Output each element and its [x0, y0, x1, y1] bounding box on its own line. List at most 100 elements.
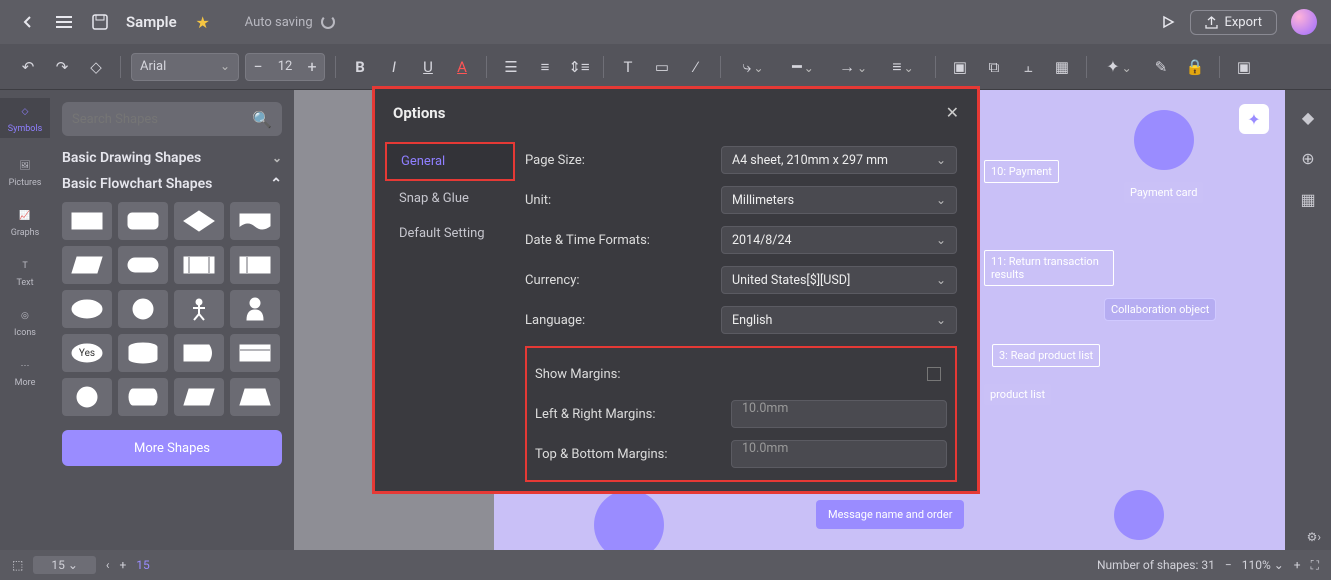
format-painter-button[interactable]: ◇	[82, 53, 110, 81]
font-family-select[interactable]: Arial	[131, 53, 239, 81]
settings-toggle-icon[interactable]: ⚙›	[1307, 530, 1321, 544]
arrow-style-button[interactable]: →	[831, 57, 875, 77]
canvas-circle-1[interactable]	[1134, 110, 1194, 170]
italic-button[interactable]: I	[380, 53, 408, 81]
line-style-button[interactable]: ━	[781, 57, 825, 76]
shape-manual[interactable]	[174, 378, 224, 416]
shape-subprocess[interactable]	[174, 246, 224, 284]
category-basic-drawing[interactable]: Basic Drawing Shapes	[62, 150, 282, 166]
add-page-icon[interactable]: ⊕	[1301, 149, 1314, 168]
page-layout-icon[interactable]: ⬚	[12, 558, 23, 572]
font-color-button[interactable]: A	[448, 53, 476, 81]
copy-button[interactable]: ⧉	[980, 53, 1008, 81]
menu-button[interactable]	[50, 8, 78, 36]
ai-sparkle-button[interactable]: ✦	[1239, 104, 1269, 134]
category-basic-flowchart[interactable]: Basic Flowchart Shapes⌃	[62, 176, 282, 192]
shape-flag[interactable]	[174, 334, 224, 372]
select-language[interactable]: English	[721, 306, 957, 334]
grid-icon[interactable]: ▦	[1300, 190, 1315, 209]
shape-circle[interactable]	[118, 290, 168, 328]
line-spacing-button[interactable]: ⇕≡	[565, 53, 593, 81]
select-currency[interactable]: United States[$][USD]	[721, 266, 957, 294]
layer-button[interactable]: ▣	[946, 53, 974, 81]
checkbox-show-margins[interactable]	[927, 367, 941, 381]
shape-cylinder-h[interactable]	[118, 378, 168, 416]
rail-graphs[interactable]: 📈Graphs	[11, 206, 40, 238]
export-button[interactable]: Export	[1190, 10, 1277, 35]
redo-button[interactable]: ↷	[48, 53, 76, 81]
save-icon[interactable]	[86, 8, 114, 36]
node-payment-card[interactable]: Payment card	[1124, 182, 1203, 203]
add-page-button[interactable]: +	[119, 558, 126, 572]
rail-pictures[interactable]: 🖼Pictures	[9, 156, 42, 188]
shape-person[interactable]	[174, 290, 224, 328]
font-size-stepper[interactable]: − 12 +	[245, 53, 325, 81]
page-width-select[interactable]: 15 ⌄	[33, 556, 96, 574]
node-payment[interactable]: 10: Payment	[984, 160, 1059, 183]
back-button[interactable]	[14, 8, 42, 36]
rail-more[interactable]: ⋯More	[15, 356, 36, 388]
node-read-product[interactable]: 3: Read product list	[992, 344, 1100, 367]
zoom-in-button[interactable]: +	[1294, 558, 1301, 572]
select-unit[interactable]: Millimeters	[721, 186, 957, 214]
shape-circle-outline[interactable]	[62, 378, 112, 416]
line-tool-button[interactable]: ∕	[682, 53, 710, 81]
font-size-increase[interactable]: +	[300, 57, 324, 76]
select-page-size[interactable]: A4 sheet, 210mm x 297 mm	[721, 146, 957, 174]
favorite-star-icon[interactable]: ★	[189, 8, 217, 36]
shape-actor[interactable]	[230, 290, 280, 328]
shape-rectangle[interactable]	[62, 202, 112, 240]
undo-button[interactable]: ↶	[14, 53, 42, 81]
rail-symbols[interactable]: ◇Symbols	[0, 98, 50, 138]
shape-ellipse[interactable]	[62, 290, 112, 328]
text-tool-button[interactable]: T	[614, 53, 642, 81]
shape-trapezoid[interactable]	[230, 378, 280, 416]
align-horizontal-button[interactable]: ≡	[531, 53, 559, 81]
input-tb-margins[interactable]: 10.0mm	[731, 440, 947, 468]
rail-text[interactable]: TText	[15, 256, 35, 288]
shape-cylinder[interactable]	[118, 334, 168, 372]
presentation-button[interactable]: ▣	[1230, 53, 1258, 81]
close-button[interactable]: ✕	[946, 103, 959, 122]
node-message[interactable]: Message name and order	[816, 500, 964, 529]
node-product-list[interactable]: product list	[984, 384, 1051, 405]
input-lr-margins[interactable]: 10.0mm	[731, 400, 947, 428]
current-page[interactable]: 15	[136, 558, 150, 572]
more-shapes-button[interactable]: More Shapes	[62, 430, 282, 466]
user-avatar[interactable]	[1291, 9, 1317, 35]
tab-general[interactable]: General	[385, 142, 515, 181]
shape-card[interactable]	[230, 334, 280, 372]
select-date-format[interactable]: 2014/8/24	[721, 226, 957, 254]
shape-subprocess2[interactable]	[230, 246, 280, 284]
search-shapes[interactable]: 🔍	[62, 102, 282, 136]
font-size-decrease[interactable]: −	[246, 57, 270, 76]
prev-page-button[interactable]: ‹	[106, 558, 110, 572]
bold-button[interactable]: B	[346, 53, 374, 81]
edit-button[interactable]: ✎	[1147, 53, 1175, 81]
search-input[interactable]	[72, 112, 244, 127]
play-button[interactable]	[1154, 8, 1182, 36]
distribute-button[interactable]: ▦	[1048, 53, 1076, 81]
tab-snap-glue[interactable]: Snap & Glue	[385, 181, 515, 216]
connector-style-button[interactable]: ⤷	[731, 57, 775, 77]
canvas-circle-3[interactable]	[1114, 490, 1164, 540]
shape-wave[interactable]	[230, 202, 280, 240]
fullscreen-button[interactable]: ⛶	[1311, 558, 1319, 573]
tab-default-setting[interactable]: Default Setting	[385, 216, 515, 251]
zoom-level[interactable]: 110% ⌄	[1242, 558, 1284, 572]
rail-icons[interactable]: ◎Icons	[14, 306, 36, 338]
zoom-out-button[interactable]: −	[1225, 558, 1232, 572]
canvas-circle-2[interactable]	[594, 490, 664, 550]
node-return-transaction[interactable]: 11: Return transaction results	[984, 250, 1114, 286]
align-objects-button[interactable]: ⫠	[1014, 53, 1042, 81]
shape-parallelogram[interactable]	[62, 246, 112, 284]
shape-rounded-rect[interactable]	[118, 202, 168, 240]
list-style-button[interactable]: ≡	[881, 57, 925, 77]
shape-tool-button[interactable]: ▭	[648, 53, 676, 81]
align-vertical-button[interactable]: ☰	[497, 53, 525, 81]
lock-button[interactable]: 🔒	[1181, 53, 1209, 81]
node-collaboration[interactable]: Collaboration object	[1104, 298, 1216, 321]
underline-button[interactable]: U	[414, 53, 442, 81]
shape-stadium[interactable]	[118, 246, 168, 284]
effects-button[interactable]: ✦	[1097, 57, 1141, 76]
